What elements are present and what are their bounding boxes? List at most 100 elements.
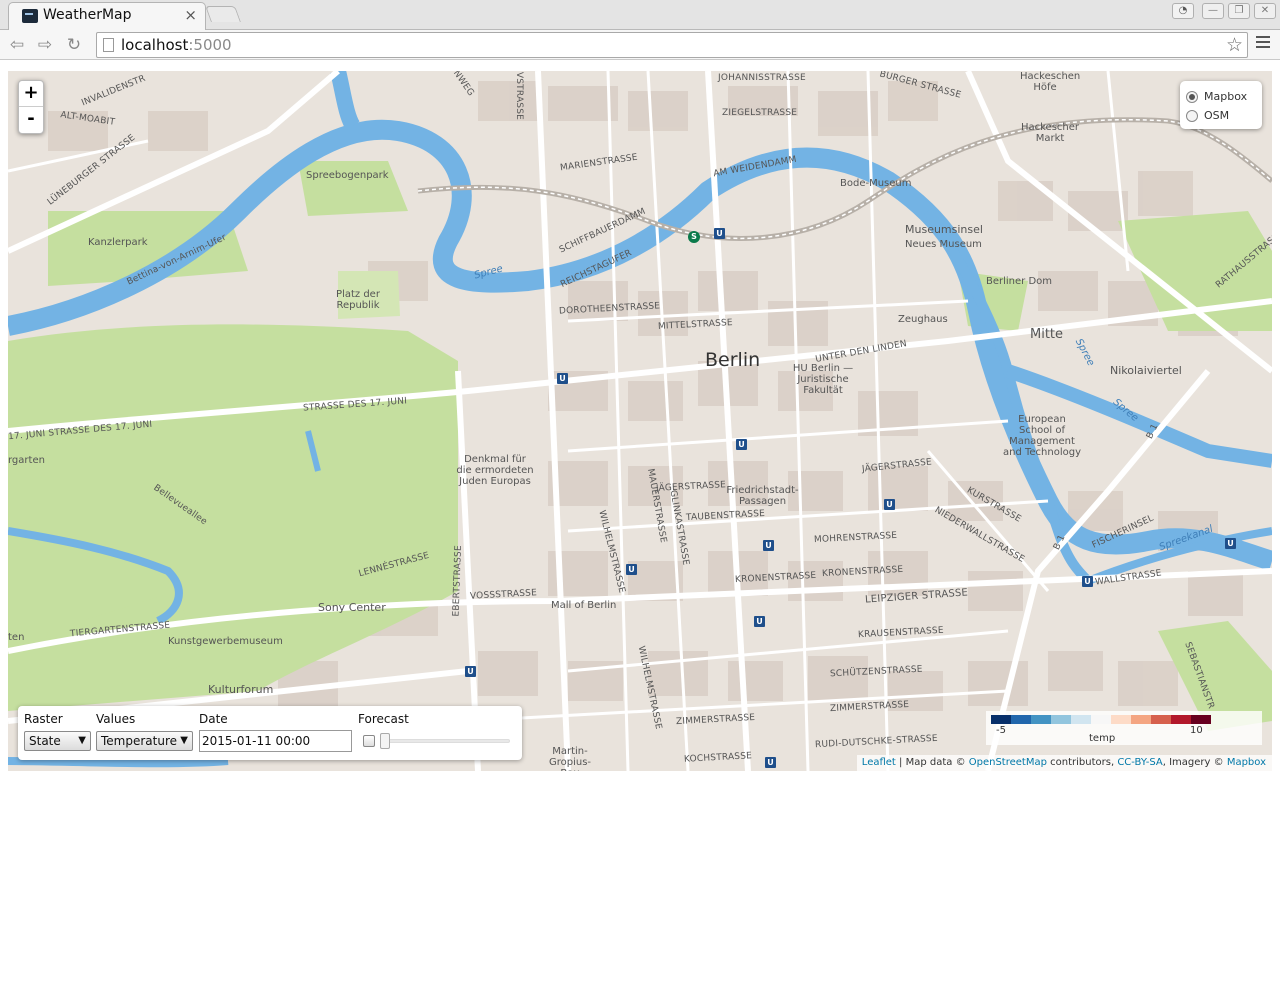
tab-title: WeatherMap <box>43 7 132 23</box>
attribution-text: contributors, <box>1046 757 1118 768</box>
attribution-text: , Imagery © <box>1162 757 1227 768</box>
legend-max: 10 <box>1190 725 1203 736</box>
terminal-icon <box>22 9 38 23</box>
map-label-esmt: European School of Management and Techno… <box>1002 414 1081 458</box>
back-icon[interactable]: ⇦ <box>6 34 28 56</box>
map-label-martin-gropius: Martin-Gropius-Bau <box>548 746 592 771</box>
map-label-mall-of-berlin: Mall of Berlin <box>551 600 617 611</box>
forecast-checkbox[interactable] <box>363 735 375 747</box>
map-label-zeughaus: Zeughaus <box>898 314 948 325</box>
legend-swatch <box>1191 715 1211 724</box>
zoom-in-button[interactable]: + <box>19 81 43 107</box>
legend-swatch <box>1051 715 1071 724</box>
radio-selected-icon[interactable] <box>1186 90 1198 103</box>
layer-option-mapbox[interactable]: Mapbox <box>1186 87 1256 106</box>
forecast-label: Forecast <box>358 712 409 726</box>
legend-swatch <box>1171 715 1191 724</box>
u-bahn-icon: U <box>465 666 476 677</box>
u-bahn-icon: U <box>765 757 776 768</box>
legend-swatch <box>1151 715 1171 724</box>
map-label-berlin: Berlin <box>705 349 761 371</box>
map-label-denkmal: Denkmal für die ermordeten Juden Europas <box>456 454 534 487</box>
cc-by-sa-link[interactable]: CC-BY-SA <box>1117 757 1162 768</box>
u-bahn-icon: U <box>1082 576 1093 587</box>
date-label: Date <box>199 712 228 726</box>
map-label-kanzlerpark: Kanzlerpark <box>88 237 148 248</box>
url-text[interactable]: localhost:5000 <box>121 36 232 54</box>
mapbox-link[interactable]: Mapbox <box>1227 757 1266 768</box>
legend-color-bar <box>991 715 1211 724</box>
browser-tab-bar: WeatherMap × ◔ — ❐ ✕ <box>0 0 1280 30</box>
raster-label: Raster <box>24 712 63 726</box>
legend-swatch <box>1111 715 1131 724</box>
map-label-johannisstrasse: JOHANNISSTRASSE <box>718 73 806 83</box>
u-bahn-icon: U <box>557 373 568 384</box>
map-label-kunstgewerbemuseum: Kunstgewerbemuseum <box>168 636 283 647</box>
map-attribution: Leaflet | Map data © OpenStreetMap contr… <box>856 755 1272 771</box>
values-label: Values <box>96 712 136 726</box>
legend-swatch <box>1031 715 1051 724</box>
forecast-slider-track[interactable] <box>380 739 510 743</box>
u-bahn-icon: U <box>626 564 637 575</box>
bookmark-star-icon[interactable]: ☆ <box>1226 34 1243 56</box>
map[interactable]: Berlin Mitte INVALIDENSTR ALT-MOABIT LÜN… <box>8 71 1272 771</box>
restore-window-button[interactable]: ❐ <box>1228 3 1250 19</box>
color-legend: -5 10 temp <box>986 711 1262 745</box>
new-tab-button[interactable] <box>205 6 241 22</box>
legend-swatch <box>1131 715 1151 724</box>
u-bahn-icon: U <box>754 616 765 627</box>
map-label-hackescher-markt: Hackescher Markt <box>1020 122 1080 144</box>
osm-link[interactable]: OpenStreetMap <box>969 757 1047 768</box>
raster-select[interactable]: State ▼ <box>24 731 91 751</box>
legend-label: temp <box>1089 733 1116 744</box>
leaflet-link[interactable]: Leaflet <box>862 757 896 768</box>
map-label-garten: rgarten <box>8 455 45 466</box>
legend-swatch <box>1071 715 1091 724</box>
chevron-down-icon: ▼ <box>180 735 188 746</box>
layer-option-osm[interactable]: OSM <box>1186 106 1256 125</box>
map-label-ziegelstrasse: ZIEGELSTRASSE <box>722 108 798 118</box>
menu-icon[interactable] <box>1256 36 1270 52</box>
legend-min: -5 <box>996 725 1006 736</box>
close-window-button[interactable]: ✕ <box>1254 3 1276 19</box>
map-label-sony-center: Sony Center <box>318 601 386 614</box>
map-label-ten: ten <box>8 632 25 643</box>
close-tab-icon[interactable]: × <box>184 6 197 24</box>
legend-swatch <box>991 715 1011 724</box>
u-bahn-icon: U <box>763 540 774 551</box>
minimize-window-button[interactable]: — <box>1202 3 1224 19</box>
map-label-neues-museum: Neues Museum <box>905 239 982 250</box>
browser-tab[interactable]: WeatherMap × <box>8 2 206 30</box>
attribution-text: | Map data © <box>895 757 969 768</box>
profile-icon[interactable]: ◔ <box>1172 3 1194 19</box>
layer-label: Mapbox <box>1204 90 1248 103</box>
forecast-slider-thumb[interactable] <box>380 733 390 749</box>
zoom-control: + - <box>18 80 44 134</box>
legend-swatch <box>1091 715 1111 724</box>
legend-swatch <box>1011 715 1031 724</box>
map-label-spreebogenpark: Spreebogenpark <box>306 170 389 181</box>
map-label-bode-museum: Bode-Museum <box>840 178 912 189</box>
s-bahn-icon: S <box>688 231 700 243</box>
map-label-hackeschen-hofe: Hackeschen Höfe <box>1020 71 1081 93</box>
u-bahn-icon: U <box>714 228 725 239</box>
address-bar[interactable]: localhost:5000 ☆ <box>96 32 1248 58</box>
map-label-museumsinsel: Museumsinsel <box>905 223 983 236</box>
forward-icon[interactable]: ⇨ <box>34 34 56 56</box>
map-label-vstrasse: VSTRASSE <box>514 71 525 121</box>
map-label-friedrichstadt: Friedrichstadt-Passagen <box>726 485 799 507</box>
map-label-hu-berlin: HU Berlin — Juristische Fakultät <box>792 363 854 396</box>
map-label-mitte: Mitte <box>1030 327 1064 342</box>
date-input[interactable]: 2015-01-11 00:00 <box>199 730 352 752</box>
layer-switcher: Mapbox OSM <box>1180 81 1262 129</box>
map-label-berliner-dom: Berliner Dom <box>986 276 1053 287</box>
reload-icon[interactable]: ↻ <box>63 34 85 56</box>
map-label-nikolaiviertel: Nikolaiviertel <box>1110 364 1182 377</box>
map-label-platz-der-republik: Platz der Republik <box>336 289 380 311</box>
layer-label: OSM <box>1204 109 1230 122</box>
page-icon <box>103 38 114 52</box>
chevron-down-icon: ▼ <box>78 735 86 746</box>
zoom-out-button[interactable]: - <box>19 107 43 133</box>
radio-icon[interactable] <box>1186 109 1198 122</box>
values-select[interactable]: Temperature ▼ <box>96 731 193 751</box>
